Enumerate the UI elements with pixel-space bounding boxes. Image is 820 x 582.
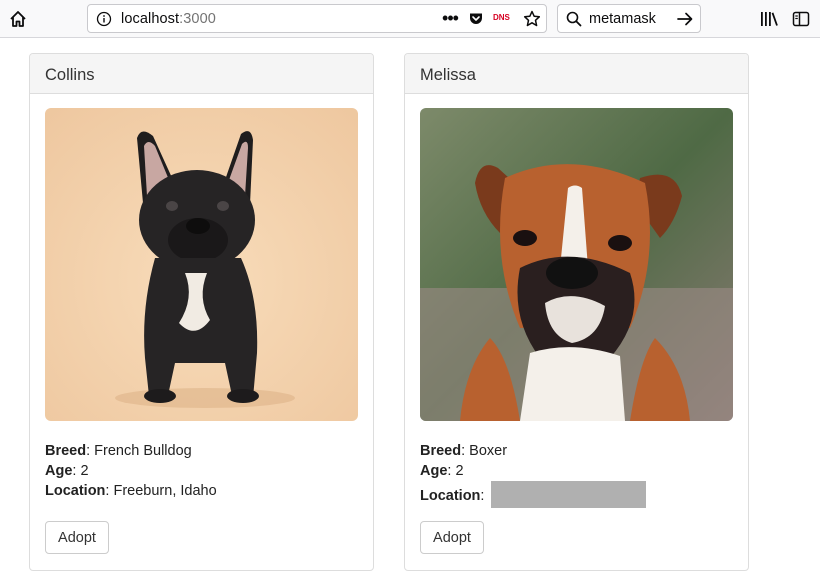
breed-row: Breed: Boxer — [420, 443, 508, 459]
library-icon[interactable] — [758, 8, 780, 30]
redacted-location-value — [491, 481, 647, 508]
dns-badge-icon[interactable]: DNS — [493, 13, 510, 22]
age-value: 2 — [80, 463, 89, 479]
card-header: Collins — [30, 54, 373, 94]
page-actions-icon[interactable]: ••• — [439, 8, 461, 30]
pet-details: Breed: French Bulldog Age: 2 Location: F… — [45, 441, 217, 501]
pet-card: Collins Breed: French Bulldog Age: 2 Loc… — [29, 53, 374, 571]
adopt-button[interactable]: Adopt — [45, 521, 109, 554]
pet-photo-french-bulldog — [45, 108, 358, 421]
pet-card: Melissa Breed: Boxer Age: 2 Location: Ad… — [404, 53, 749, 571]
breed-value: French Bulldog — [94, 443, 192, 459]
url-port: :3000 — [179, 11, 216, 27]
location-row: Location: — [420, 481, 647, 508]
url-text[interactable]: localhost:3000 — [121, 11, 216, 27]
bookmark-star-icon[interactable] — [522, 9, 542, 29]
pet-details: Breed: Boxer Age: 2 Location: — [420, 441, 647, 508]
breed-label: Breed — [420, 443, 462, 459]
breed-row: Breed: French Bulldog — [45, 443, 192, 459]
search-input[interactable]: metamask — [589, 11, 656, 27]
pocket-icon[interactable] — [468, 11, 484, 27]
age-label: Age — [420, 463, 448, 479]
browser-toolbar: localhost:3000 ••• DNS metamask — [0, 0, 820, 38]
pet-photo-boxer — [420, 108, 733, 421]
breed-value: Boxer — [469, 443, 508, 459]
age-label: Age — [45, 463, 73, 479]
age-value: 2 — [455, 463, 464, 479]
arrow-right-icon[interactable] — [675, 9, 695, 29]
location-value: Freeburn, Idaho — [113, 483, 217, 499]
url-host: localhost — [121, 11, 180, 27]
home-icon[interactable] — [6, 7, 30, 31]
pet-name: Collins — [45, 66, 95, 84]
search-bar[interactable]: metamask — [557, 4, 701, 33]
pet-name: Melissa — [420, 66, 476, 84]
sidebar-toggle-icon[interactable] — [790, 8, 812, 30]
breed-label: Breed — [45, 443, 87, 459]
card-header: Melissa — [405, 54, 748, 94]
age-row: Age: 2 — [45, 463, 89, 479]
info-icon[interactable] — [96, 11, 112, 27]
url-bar[interactable]: localhost:3000 ••• DNS — [87, 4, 547, 33]
location-row: Location: Freeburn, Idaho — [45, 483, 217, 499]
search-icon — [565, 10, 583, 28]
location-label: Location — [420, 488, 481, 504]
adopt-button[interactable]: Adopt — [420, 521, 484, 554]
age-row: Age: 2 — [420, 463, 464, 479]
location-label: Location — [45, 483, 106, 499]
